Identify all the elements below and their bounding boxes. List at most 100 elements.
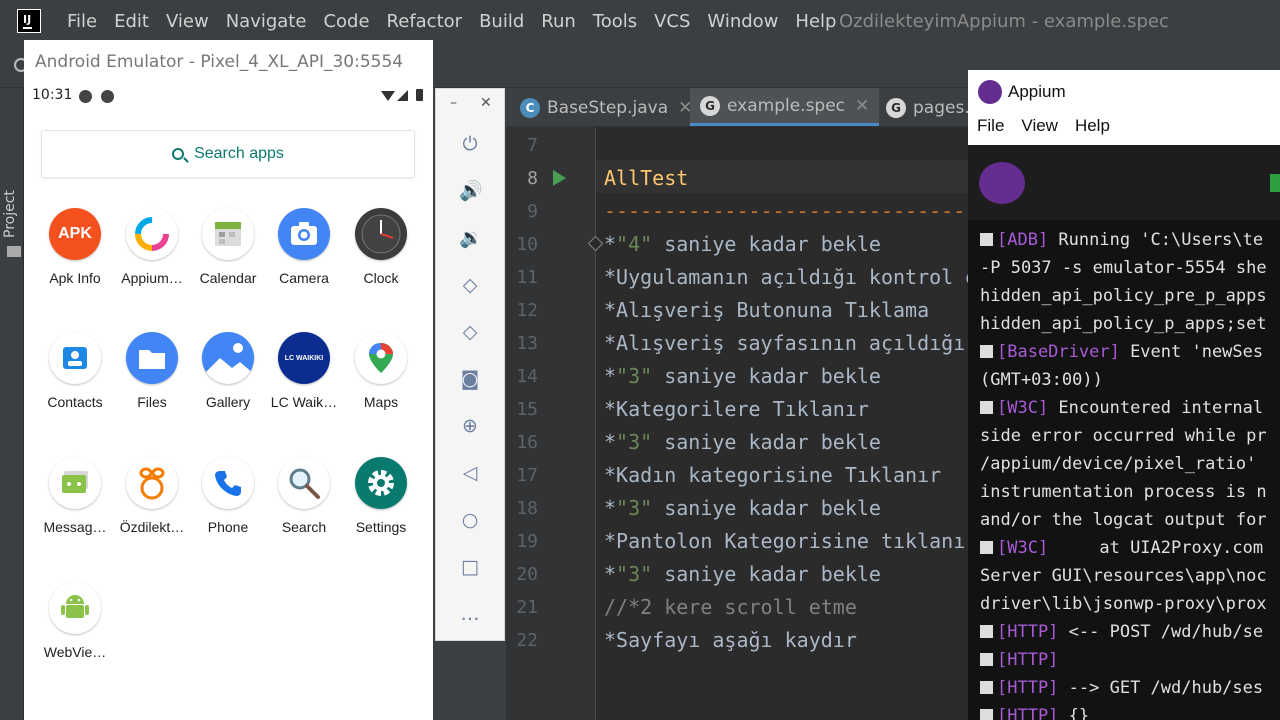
app-label: Maps [363,394,399,410]
app-webview[interactable]: WebVie… [37,582,113,660]
appium-window: Appium File View Help [ADB] Running 'C:\… [968,70,1280,720]
line-number: 11 [516,267,538,288]
close-icon[interactable]: ✕ [480,95,492,111]
rotate-right-icon[interactable]: ◇ [459,321,481,343]
appium-logo-icon [978,80,1002,104]
line-number: 9 [527,201,538,222]
app-appium[interactable]: Appium… [114,208,190,286]
terminal-icon [980,345,993,358]
app-messages[interactable]: Messag… [37,457,113,535]
menu-help[interactable]: Help [795,10,836,34]
volume-up-icon[interactable]: 🔊 [459,180,483,202]
appium-logo-icon [979,162,1025,204]
app-label: Search [281,519,327,535]
app-apk-info[interactable]: APK Apk Info [37,208,113,286]
code-line: *Kategorilere Tıklanır [604,397,869,421]
gallery-icon [202,332,254,384]
code-line: *Pantolon Kategorisine tıklanır [604,529,978,553]
menu-run[interactable]: Run [541,10,576,34]
app-camera[interactable]: Camera [266,208,342,286]
ide-menu: File Edit View Navigate Code Refactor Bu… [67,10,853,34]
rotate-left-icon[interactable]: ◇ [459,274,481,296]
app-lc-waikiki[interactable]: LC WAIKIKI LC Waik… [266,332,342,410]
android-icon [49,582,101,634]
terminal-icon [980,401,993,414]
app-label: Settings [355,519,407,535]
back-icon[interactable]: ◁ [459,462,481,484]
home-icon[interactable]: ○ [459,509,481,531]
appium-menu-view[interactable]: View [1021,116,1058,144]
emulator-side-toolbar: – ✕ ⏻ 🔊 🔉 ◇ ◇ ◙ ⊕ ◁ ○ □ … [435,88,505,641]
app-clock[interactable]: Clock [343,208,419,286]
more-icon[interactable]: … [459,603,481,625]
menu-vcs[interactable]: VCS [654,10,690,34]
app-calendar[interactable]: Calendar [190,208,266,286]
line-number: 10 [516,234,538,255]
app-label: WebVie… [43,644,107,660]
code-line: *Sayfayı aşağı kaydır [604,628,857,652]
status-time: 10:31 [32,87,73,103]
app-maps[interactable]: Maps [343,332,419,410]
code-line: *"4" saniye kadar bekle [604,232,881,256]
android-status-bar: 10:31 [24,84,433,108]
appium-menu-help[interactable]: Help [1075,116,1110,144]
tab-example-spec[interactable]: G example.spec ✕ [690,88,880,126]
appium-menu-file[interactable]: File [977,116,1004,144]
close-icon[interactable]: ✕ [855,96,869,116]
menu-window[interactable]: Window [707,10,778,34]
menu-view[interactable]: View [166,10,209,34]
app-files[interactable]: Files [114,332,190,410]
search-icon [172,148,185,160]
tab-pages[interactable]: G pages. [886,88,970,127]
app-settings[interactable]: Settings [343,457,419,535]
appium-log-console[interactable]: [ADB] Running 'C:\Users\te -P 5037 -s em… [968,220,1280,720]
wifi-icon [381,91,395,101]
app-ozdilekteyim[interactable]: Özdilekt… [114,457,190,535]
start-inspector-button[interactable] [1270,174,1280,192]
power-icon[interactable]: ⏻ [459,133,481,155]
notification-icon [79,90,92,103]
signal-icon [397,90,408,101]
project-tool-button[interactable]: Project [2,190,18,238]
app-phone[interactable]: Phone [190,457,266,535]
screenshot-icon[interactable]: ◙ [459,368,481,390]
code-line: *Alışveriş Butonuna Tıklama [604,298,930,322]
line-number: 22 [516,630,538,651]
menu-code[interactable]: Code [323,10,369,34]
volume-down-icon[interactable]: 🔉 [459,227,483,249]
app-search[interactable]: Search [266,457,342,535]
appium-server-header [968,145,1280,220]
app-label: Gallery [205,394,251,410]
menu-edit[interactable]: Edit [114,10,149,34]
zoom-icon[interactable]: ⊕ [459,415,481,437]
minimize-icon[interactable]: – [450,95,457,111]
search-apps-bar[interactable]: Search apps [41,130,415,178]
terminal-icon [980,625,993,638]
line-number: 13 [516,333,538,354]
tab-label: pages. [913,97,970,118]
run-icon[interactable] [553,170,566,186]
log-line: [HTTP] <-- POST /wd/hub/se [980,618,1263,646]
app-gallery[interactable]: Gallery [190,332,266,410]
terminal-icon [980,709,993,720]
tab-basestep-java[interactable]: C BaseStep.java ✕ [520,88,692,127]
emulator-titlebar: Android Emulator - Pixel_4_XL_API_30:555… [24,40,433,84]
menu-file[interactable]: File [67,10,97,34]
app-label: Messag… [43,519,107,535]
camera-icon [278,208,330,260]
log-line: instrumentation process is n [980,482,1267,502]
menu-navigate[interactable]: Navigate [226,10,307,34]
line-number: 18 [516,498,538,519]
clock-icon [355,208,407,260]
line-number: 12 [516,300,538,321]
menu-build[interactable]: Build [479,10,524,34]
menu-tools[interactable]: Tools [593,10,637,34]
log-line: /appium/device/pixel_ratio' [980,454,1257,474]
ozdilekteyim-icon [126,457,178,509]
log-line: [HTTP] --> GET /wd/hub/ses [980,674,1263,702]
menu-refactor[interactable]: Refactor [387,10,463,34]
app-label: Clock [363,270,399,286]
overview-icon[interactable]: □ [459,556,481,578]
app-contacts[interactable]: Contacts [37,332,113,410]
code-line-comment: //*2 kere scroll etme [604,595,857,619]
